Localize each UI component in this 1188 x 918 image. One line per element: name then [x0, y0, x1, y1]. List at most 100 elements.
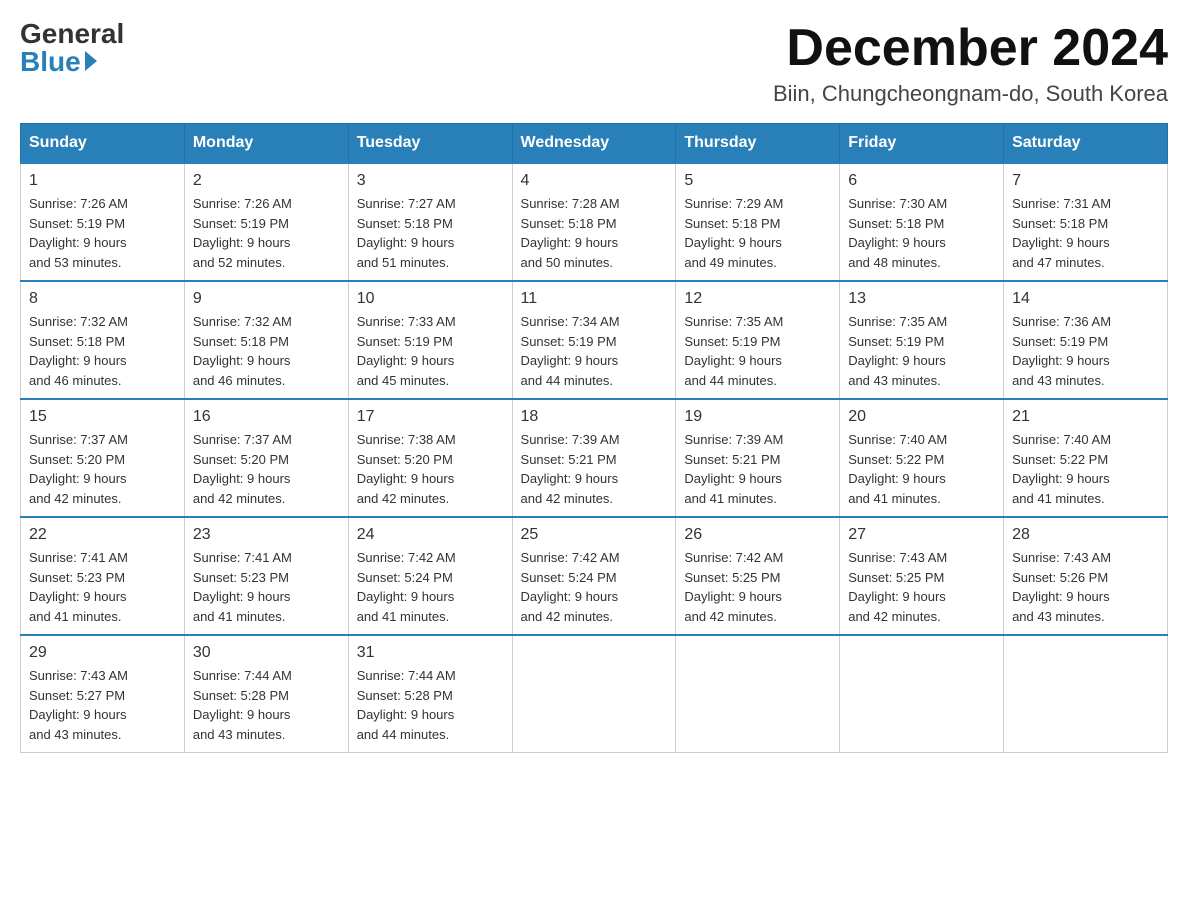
calendar-cell: 31 Sunrise: 7:44 AMSunset: 5:28 PMDaylig… [348, 635, 512, 753]
day-number: 18 [521, 408, 668, 426]
header: General Blue December 2024 Biin, Chungch… [20, 20, 1168, 107]
calendar-week-row: 29 Sunrise: 7:43 AMSunset: 5:27 PMDaylig… [21, 635, 1168, 753]
day-number: 22 [29, 526, 176, 544]
calendar-cell: 6 Sunrise: 7:30 AMSunset: 5:18 PMDayligh… [840, 163, 1004, 281]
calendar-cell: 18 Sunrise: 7:39 AMSunset: 5:21 PMDaylig… [512, 399, 676, 517]
logo-blue-text: Blue [20, 48, 99, 76]
calendar-cell: 24 Sunrise: 7:42 AMSunset: 5:24 PMDaylig… [348, 517, 512, 635]
day-info: Sunrise: 7:35 AMSunset: 5:19 PMDaylight:… [848, 312, 995, 390]
calendar-cell: 16 Sunrise: 7:37 AMSunset: 5:20 PMDaylig… [184, 399, 348, 517]
day-number: 17 [357, 408, 504, 426]
calendar-header-row: SundayMondayTuesdayWednesdayThursdayFrid… [21, 124, 1168, 164]
calendar-cell: 3 Sunrise: 7:27 AMSunset: 5:18 PMDayligh… [348, 163, 512, 281]
calendar-cell: 15 Sunrise: 7:37 AMSunset: 5:20 PMDaylig… [21, 399, 185, 517]
day-number: 6 [848, 172, 995, 190]
day-number: 5 [684, 172, 831, 190]
title-area: December 2024 Biin, Chungcheongnam-do, S… [773, 20, 1168, 107]
day-info: Sunrise: 7:34 AMSunset: 5:19 PMDaylight:… [521, 312, 668, 390]
calendar-cell [512, 635, 676, 753]
day-number: 23 [193, 526, 340, 544]
day-info: Sunrise: 7:32 AMSunset: 5:18 PMDaylight:… [29, 312, 176, 390]
day-number: 1 [29, 172, 176, 190]
day-info: Sunrise: 7:35 AMSunset: 5:19 PMDaylight:… [684, 312, 831, 390]
calendar-cell: 21 Sunrise: 7:40 AMSunset: 5:22 PMDaylig… [1004, 399, 1168, 517]
day-info: Sunrise: 7:39 AMSunset: 5:21 PMDaylight:… [684, 430, 831, 508]
day-number: 2 [193, 172, 340, 190]
day-number: 9 [193, 290, 340, 308]
calendar-cell: 7 Sunrise: 7:31 AMSunset: 5:18 PMDayligh… [1004, 163, 1168, 281]
day-info: Sunrise: 7:42 AMSunset: 5:25 PMDaylight:… [684, 548, 831, 626]
calendar-cell: 10 Sunrise: 7:33 AMSunset: 5:19 PMDaylig… [348, 281, 512, 399]
day-number: 12 [684, 290, 831, 308]
calendar-cell: 25 Sunrise: 7:42 AMSunset: 5:24 PMDaylig… [512, 517, 676, 635]
day-number: 21 [1012, 408, 1159, 426]
day-info: Sunrise: 7:42 AMSunset: 5:24 PMDaylight:… [521, 548, 668, 626]
calendar-cell: 17 Sunrise: 7:38 AMSunset: 5:20 PMDaylig… [348, 399, 512, 517]
day-number: 8 [29, 290, 176, 308]
calendar-cell: 4 Sunrise: 7:28 AMSunset: 5:18 PMDayligh… [512, 163, 676, 281]
day-number: 27 [848, 526, 995, 544]
calendar-cell [1004, 635, 1168, 753]
calendar-week-row: 1 Sunrise: 7:26 AMSunset: 5:19 PMDayligh… [21, 163, 1168, 281]
day-info: Sunrise: 7:41 AMSunset: 5:23 PMDaylight:… [193, 548, 340, 626]
calendar-cell: 9 Sunrise: 7:32 AMSunset: 5:18 PMDayligh… [184, 281, 348, 399]
day-number: 24 [357, 526, 504, 544]
day-header-thursday: Thursday [676, 124, 840, 164]
day-number: 10 [357, 290, 504, 308]
day-info: Sunrise: 7:30 AMSunset: 5:18 PMDaylight:… [848, 194, 995, 272]
day-number: 20 [848, 408, 995, 426]
calendar-cell: 27 Sunrise: 7:43 AMSunset: 5:25 PMDaylig… [840, 517, 1004, 635]
day-header-saturday: Saturday [1004, 124, 1168, 164]
calendar-cell: 26 Sunrise: 7:42 AMSunset: 5:25 PMDaylig… [676, 517, 840, 635]
day-header-sunday: Sunday [21, 124, 185, 164]
day-number: 26 [684, 526, 831, 544]
day-info: Sunrise: 7:43 AMSunset: 5:26 PMDaylight:… [1012, 548, 1159, 626]
calendar-cell: 28 Sunrise: 7:43 AMSunset: 5:26 PMDaylig… [1004, 517, 1168, 635]
day-header-wednesday: Wednesday [512, 124, 676, 164]
calendar-cell: 14 Sunrise: 7:36 AMSunset: 5:19 PMDaylig… [1004, 281, 1168, 399]
calendar-cell: 5 Sunrise: 7:29 AMSunset: 5:18 PMDayligh… [676, 163, 840, 281]
day-info: Sunrise: 7:40 AMSunset: 5:22 PMDaylight:… [848, 430, 995, 508]
day-info: Sunrise: 7:26 AMSunset: 5:19 PMDaylight:… [193, 194, 340, 272]
logo: General Blue [20, 20, 124, 76]
calendar-cell [840, 635, 1004, 753]
logo-general-text: General [20, 20, 124, 48]
day-header-tuesday: Tuesday [348, 124, 512, 164]
day-number: 28 [1012, 526, 1159, 544]
day-number: 19 [684, 408, 831, 426]
day-number: 16 [193, 408, 340, 426]
calendar-cell: 13 Sunrise: 7:35 AMSunset: 5:19 PMDaylig… [840, 281, 1004, 399]
calendar-cell: 30 Sunrise: 7:44 AMSunset: 5:28 PMDaylig… [184, 635, 348, 753]
day-info: Sunrise: 7:32 AMSunset: 5:18 PMDaylight:… [193, 312, 340, 390]
day-info: Sunrise: 7:42 AMSunset: 5:24 PMDaylight:… [357, 548, 504, 626]
day-number: 4 [521, 172, 668, 190]
month-title: December 2024 [773, 20, 1168, 77]
calendar-table: SundayMondayTuesdayWednesdayThursdayFrid… [20, 123, 1168, 753]
day-info: Sunrise: 7:43 AMSunset: 5:25 PMDaylight:… [848, 548, 995, 626]
day-info: Sunrise: 7:44 AMSunset: 5:28 PMDaylight:… [357, 666, 504, 744]
day-info: Sunrise: 7:40 AMSunset: 5:22 PMDaylight:… [1012, 430, 1159, 508]
calendar-cell: 23 Sunrise: 7:41 AMSunset: 5:23 PMDaylig… [184, 517, 348, 635]
day-number: 14 [1012, 290, 1159, 308]
day-number: 31 [357, 644, 504, 662]
location-title: Biin, Chungcheongnam-do, South Korea [773, 81, 1168, 107]
logo-triangle-icon [85, 51, 97, 71]
day-header-monday: Monday [184, 124, 348, 164]
calendar-cell [676, 635, 840, 753]
day-number: 29 [29, 644, 176, 662]
day-info: Sunrise: 7:29 AMSunset: 5:18 PMDaylight:… [684, 194, 831, 272]
day-info: Sunrise: 7:41 AMSunset: 5:23 PMDaylight:… [29, 548, 176, 626]
day-number: 7 [1012, 172, 1159, 190]
calendar-cell: 11 Sunrise: 7:34 AMSunset: 5:19 PMDaylig… [512, 281, 676, 399]
day-number: 3 [357, 172, 504, 190]
calendar-cell: 12 Sunrise: 7:35 AMSunset: 5:19 PMDaylig… [676, 281, 840, 399]
calendar-cell: 8 Sunrise: 7:32 AMSunset: 5:18 PMDayligh… [21, 281, 185, 399]
day-info: Sunrise: 7:28 AMSunset: 5:18 PMDaylight:… [521, 194, 668, 272]
day-header-friday: Friday [840, 124, 1004, 164]
calendar-cell: 29 Sunrise: 7:43 AMSunset: 5:27 PMDaylig… [21, 635, 185, 753]
day-info: Sunrise: 7:37 AMSunset: 5:20 PMDaylight:… [29, 430, 176, 508]
calendar-cell: 20 Sunrise: 7:40 AMSunset: 5:22 PMDaylig… [840, 399, 1004, 517]
day-number: 30 [193, 644, 340, 662]
day-info: Sunrise: 7:38 AMSunset: 5:20 PMDaylight:… [357, 430, 504, 508]
calendar-cell: 19 Sunrise: 7:39 AMSunset: 5:21 PMDaylig… [676, 399, 840, 517]
